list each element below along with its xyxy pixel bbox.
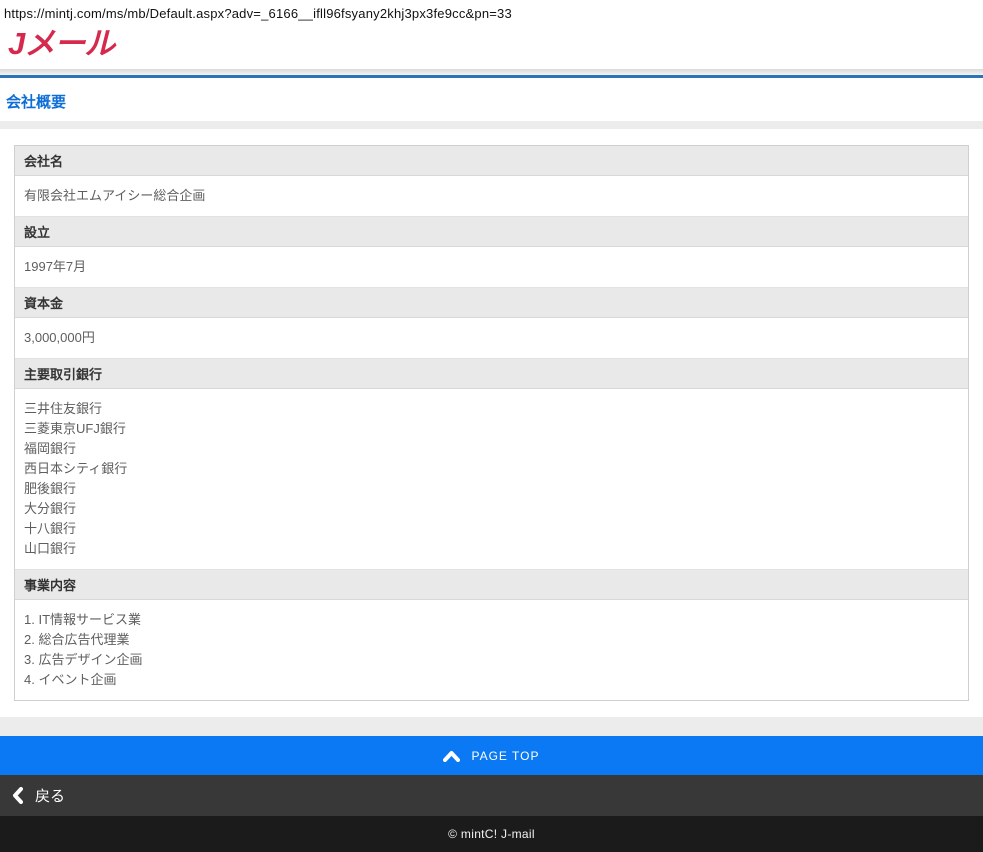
chevron-up-icon [443,750,461,762]
company-table: 会社名有限会社エムアイシー総合企画設立 1997年7月資本金 3,000,000円主… [14,145,969,701]
back-button[interactable]: 戻る [0,775,983,816]
value-line: 2. 総合広告代理業 [24,632,130,647]
chevron-left-icon [12,787,23,804]
table-row-value: 有限会社エムアイシー総合企画 [15,176,968,217]
back-button-label: 戻る [35,788,66,805]
value-line: 大分銀行 [24,501,77,516]
value-line: 福岡銀行 [24,441,77,456]
copyright-text: © mintC! J-mail [448,827,535,841]
page-title: 会社概要 [6,94,67,111]
footer: © mintC! J-mail [0,816,983,852]
value-line: 山口銀行 [24,541,77,556]
value-line: 3,000,000円 [24,330,95,345]
page-top-label: PAGE TOP [471,748,540,763]
value-line: 三井住友銀行 [24,401,103,416]
value-line: 4. イベント企画 [24,672,117,687]
value-line: 有限会社エムアイシー総合企画 [24,188,206,203]
table-row-value: 三井住友銀行三菱東京UFJ銀行 福岡銀行西日本シティ銀行 肥後銀行大分銀行十八銀行山… [15,389,968,570]
table-row-header: 事業内容 [15,570,968,600]
value-line: 1997年7月 [24,259,87,274]
table-row-value: 1997年7月 [15,247,968,288]
value-line: 十八銀行 [24,521,77,536]
content-area: 会社名有限会社エムアイシー総合企画設立 1997年7月資本金 3,000,000円主… [0,129,983,717]
value-line: 1. IT情報サービス業 [24,612,142,627]
header-divider-band [0,69,983,78]
table-row-header: 会社名 [15,146,968,176]
section-divider-band [0,121,983,129]
value-line: 西日本シティ銀行 [24,461,128,476]
jmail-logo[interactable]: Jメール [8,25,983,63]
table-row-header: 主要取引銀行 [15,359,968,389]
table-row-header: 資本金 [15,288,968,318]
table-row-value: 1. IT情報サービス業 2. 総合広告代理業 3. 広告デザイン企画 4. イベント… [15,600,968,700]
value-line: 3. 広告デザイン企画 [24,652,143,667]
page-url-text: https://mintj.com/ms/mb/Default.aspx?adv… [4,6,512,21]
table-row-header: 設立 [15,217,968,247]
table-row-value: 3,000,000円 [15,318,968,359]
value-line: 肥後銀行 [24,481,77,496]
value-line: 三菱東京UFJ銀行 [24,421,126,436]
pre-footer-divider-band [0,717,983,736]
page-top-button[interactable]: PAGE TOP [0,736,983,775]
jmail-logo-text: Jメール [8,26,115,61]
